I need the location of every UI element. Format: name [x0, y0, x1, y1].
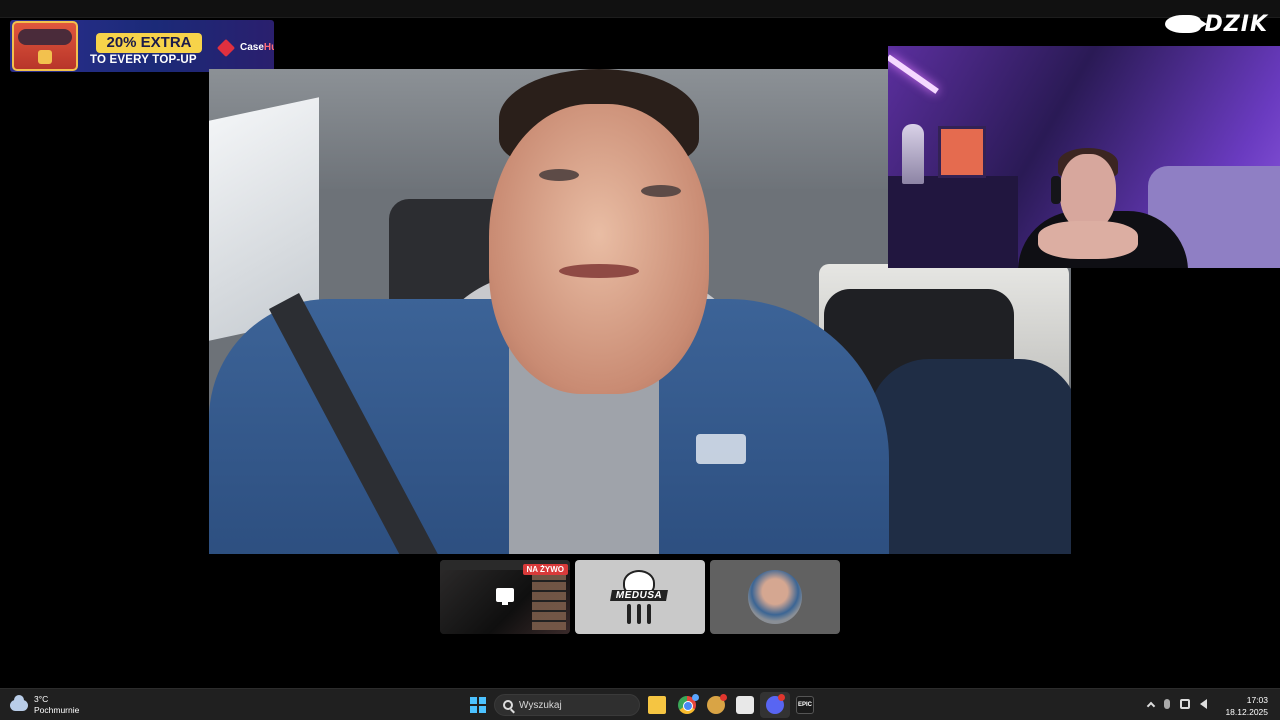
search-input[interactable]: Wyszukaj — [494, 694, 640, 716]
clock-date: 18.12.2025 — [1225, 707, 1268, 717]
streamer-webcam-overlay — [888, 46, 1280, 268]
cloud-icon — [10, 694, 28, 711]
search-placeholder: Wyszukaj — [519, 699, 562, 711]
weather-condition: Pochmurnie — [34, 705, 80, 715]
clock-time: 17:03 — [1246, 695, 1268, 705]
app-badge — [720, 694, 727, 701]
present-screen-icon — [496, 588, 514, 605]
weather-temp: 3°C — [34, 694, 49, 704]
participant-tile-camera[interactable] — [710, 560, 840, 634]
chevron-up-icon[interactable] — [1146, 701, 1156, 711]
promo-subline: TO EVERY TOP-UP — [90, 54, 197, 66]
participant-tile-screen-share[interactable]: NA ŻYWO — [440, 560, 570, 634]
sponsor-banner: 20% EXTRA TO EVERY TOP-UP CaseHug — [10, 20, 274, 72]
chrome-badge — [692, 694, 699, 701]
brand-name-part1: Case — [240, 42, 264, 53]
live-badge: NA ŻYWO — [522, 564, 568, 575]
boar-icon — [1164, 15, 1207, 33]
brand-name-part2: Hug — [263, 42, 274, 53]
dzik-watermark: DZIK — [1164, 10, 1268, 38]
folder-icon[interactable] — [648, 696, 666, 714]
brand-name: CaseHug — [240, 42, 274, 53]
epic-icon[interactable]: EPIC — [796, 696, 814, 714]
search-icon — [503, 700, 513, 710]
start-button[interactable] — [470, 697, 486, 713]
system-tray — [1146, 699, 1207, 711]
desktop-screen: 20% EXTRA TO EVERY TOP-UP CaseHug — [0, 0, 1280, 720]
discord-badge — [778, 694, 785, 701]
brand-logo-icon — [216, 38, 236, 58]
clock[interactable]: 17:03 18.12.2025 — [1225, 694, 1268, 718]
promo-headline: 20% EXTRA — [96, 33, 202, 53]
window-top-strip — [0, 0, 1280, 18]
microphone-icon[interactable] — [1164, 699, 1170, 709]
medusa-label: MEDUSA — [610, 590, 668, 601]
app-icon[interactable] — [736, 696, 754, 714]
taskbar: 3°C Pochmurnie Wyszukaj EPIC 17:03 18.12… — [0, 688, 1280, 720]
weather-widget[interactable]: 3°C Pochmurnie — [10, 694, 79, 716]
avatar — [748, 570, 802, 624]
watermark-text: DZIK — [1204, 11, 1268, 37]
medusa-logo-icon: MEDUSA — [610, 570, 668, 624]
volume-icon[interactable] — [1200, 699, 1207, 709]
treasure-chest-icon — [12, 21, 78, 71]
participant-tile-medusa[interactable]: MEDUSA — [575, 560, 705, 634]
network-icon[interactable] — [1180, 699, 1190, 709]
